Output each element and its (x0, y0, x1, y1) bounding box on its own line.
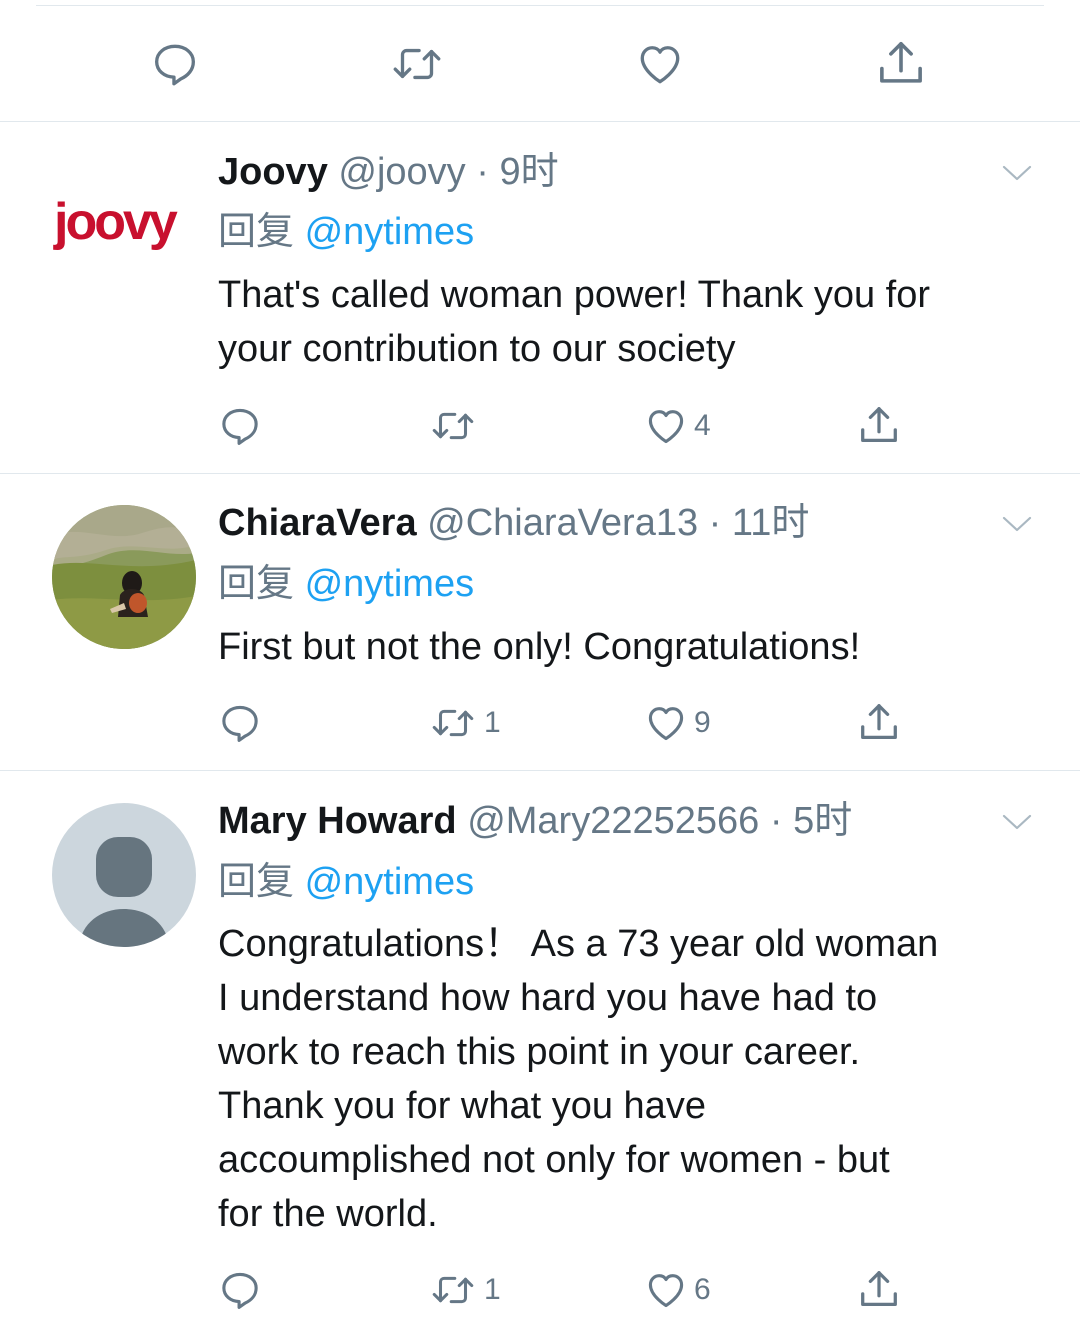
tweet-mary-howard[interactable]: Mary Howard @Mary22252566 · 5时 回复 @nytim… (0, 793, 1080, 1327)
reply-button[interactable] (150, 34, 206, 94)
reply-button[interactable] (218, 1260, 268, 1320)
share-icon (880, 41, 922, 83)
timestamp[interactable]: 11时 (732, 502, 809, 544)
like-button[interactable] (634, 34, 692, 94)
divider (0, 473, 1080, 474)
separator-dot: · (708, 502, 722, 544)
share-icon (861, 704, 897, 740)
tweet-text: Congratulations！ As a 73 year old woman … (218, 917, 1048, 1241)
share-button[interactable] (856, 693, 902, 753)
like-icon (640, 46, 680, 84)
tweet-actions: 1 9 (0, 693, 1080, 753)
joovy-logo: joovy (54, 193, 178, 251)
like-icon (648, 410, 684, 444)
separator-dot: · (769, 800, 783, 842)
replying-to: 回复 @nytimes (218, 556, 474, 612)
top-divider (36, 5, 1044, 6)
tweet-text-line: That's called woman power! Thank you for (218, 274, 931, 316)
tweet-text-line: for the world. (218, 1193, 438, 1235)
display-name[interactable]: Joovy (218, 151, 328, 193)
tweet-header: Joovy @joovy · 9时 (218, 144, 559, 200)
retweet-icon (393, 48, 441, 80)
tweet-text-line: Thank you for what you have (218, 1085, 706, 1127)
retweet-icon (432, 709, 474, 737)
reply-button[interactable] (218, 396, 268, 456)
user-handle[interactable]: @ChiaraVera13 (427, 502, 698, 544)
retweet-icon (432, 412, 474, 440)
like-icon (648, 707, 684, 741)
reply-mention-link[interactable]: @nytimes (305, 563, 475, 605)
reply-icon (222, 408, 258, 445)
share-icon (861, 407, 897, 443)
avatar[interactable]: joovy (52, 144, 196, 288)
tweet-chiaravera[interactable]: ChiaraVera @ChiaraVera13 · 11时 回复 @nytim… (0, 495, 1080, 771)
tweet-text-line: accoumplished not only for women - but (218, 1139, 890, 1181)
reply-prefix: 回复 (218, 563, 295, 605)
retweet-button[interactable]: 1 (428, 1260, 501, 1320)
avatar-photo (52, 505, 196, 649)
like-icon (648, 1274, 684, 1308)
display-name[interactable]: ChiaraVera (218, 502, 417, 544)
chevron-down-icon[interactable] (1000, 807, 1034, 837)
like-button[interactable]: 9 (644, 693, 711, 753)
tweet-text-line: First but not the only! Congratulations! (218, 626, 861, 668)
share-button[interactable] (874, 34, 928, 94)
timestamp[interactable]: 9时 (499, 151, 558, 193)
like-button[interactable]: 6 (644, 1260, 711, 1320)
like-count: 6 (694, 1273, 711, 1306)
tweet-text-line: Congratulations！ As a 73 year old woman (218, 923, 939, 965)
reply-mention-link[interactable]: @nytimes (305, 861, 475, 903)
default-avatar-icon (52, 803, 196, 947)
share-button[interactable] (856, 396, 902, 456)
divider (0, 770, 1080, 771)
previous-tweet-actions (0, 34, 1080, 94)
reply-prefix: 回复 (218, 211, 295, 253)
retweet-count: 1 (484, 706, 501, 739)
retweet-button[interactable] (428, 396, 484, 456)
like-button[interactable]: 4 (644, 396, 711, 456)
tweet-header: ChiaraVera @ChiaraVera13 · 11时 (218, 495, 809, 551)
avatar[interactable] (52, 505, 196, 649)
retweet-button[interactable] (388, 34, 452, 94)
timestamp[interactable]: 5时 (793, 800, 852, 842)
chevron-down-icon[interactable] (1000, 509, 1034, 539)
reply-icon (155, 44, 195, 86)
replying-to: 回复 @nytimes (218, 854, 474, 910)
retweet-button[interactable]: 1 (428, 693, 501, 753)
tweet-text-line: work to reach this point in your career. (218, 1031, 861, 1073)
share-icon (861, 1271, 897, 1307)
tweet-actions: 1 6 (0, 1260, 1080, 1320)
avatar[interactable] (52, 803, 196, 947)
tweet-header: Mary Howard @Mary22252566 · 5时 (218, 793, 852, 849)
separator-dot: · (476, 151, 489, 193)
like-count: 4 (694, 409, 711, 442)
tweet-text: First but not the only! Congratulations! (218, 620, 1048, 674)
user-handle[interactable]: @joovy (338, 151, 465, 193)
tweet-joovy[interactable]: joovy Joovy @joovy · 9时 回复 @nytimes That… (0, 144, 1080, 474)
like-count: 9 (694, 706, 711, 739)
reply-mention-link[interactable]: @nytimes (305, 211, 475, 253)
tweet-text-line: I understand how hard you have had to (218, 977, 878, 1019)
tweet-text-line: your contribution to our society (218, 328, 736, 370)
divider (0, 121, 1080, 122)
reply-icon (222, 1272, 258, 1309)
tweet-actions: 4 (0, 396, 1080, 456)
reply-prefix: 回复 (218, 861, 295, 903)
chevron-down-icon[interactable] (1000, 158, 1034, 188)
user-handle[interactable]: @Mary22252566 (467, 800, 759, 842)
share-button[interactable] (856, 1260, 902, 1320)
replying-to: 回复 @nytimes (218, 204, 474, 260)
reply-button[interactable] (218, 693, 268, 753)
retweet-count: 1 (484, 1273, 501, 1306)
display-name[interactable]: Mary Howard (218, 800, 457, 842)
retweet-icon (432, 1276, 474, 1304)
tweet-text: That's called woman power! Thank you for… (218, 268, 1048, 376)
reply-icon (222, 705, 258, 742)
